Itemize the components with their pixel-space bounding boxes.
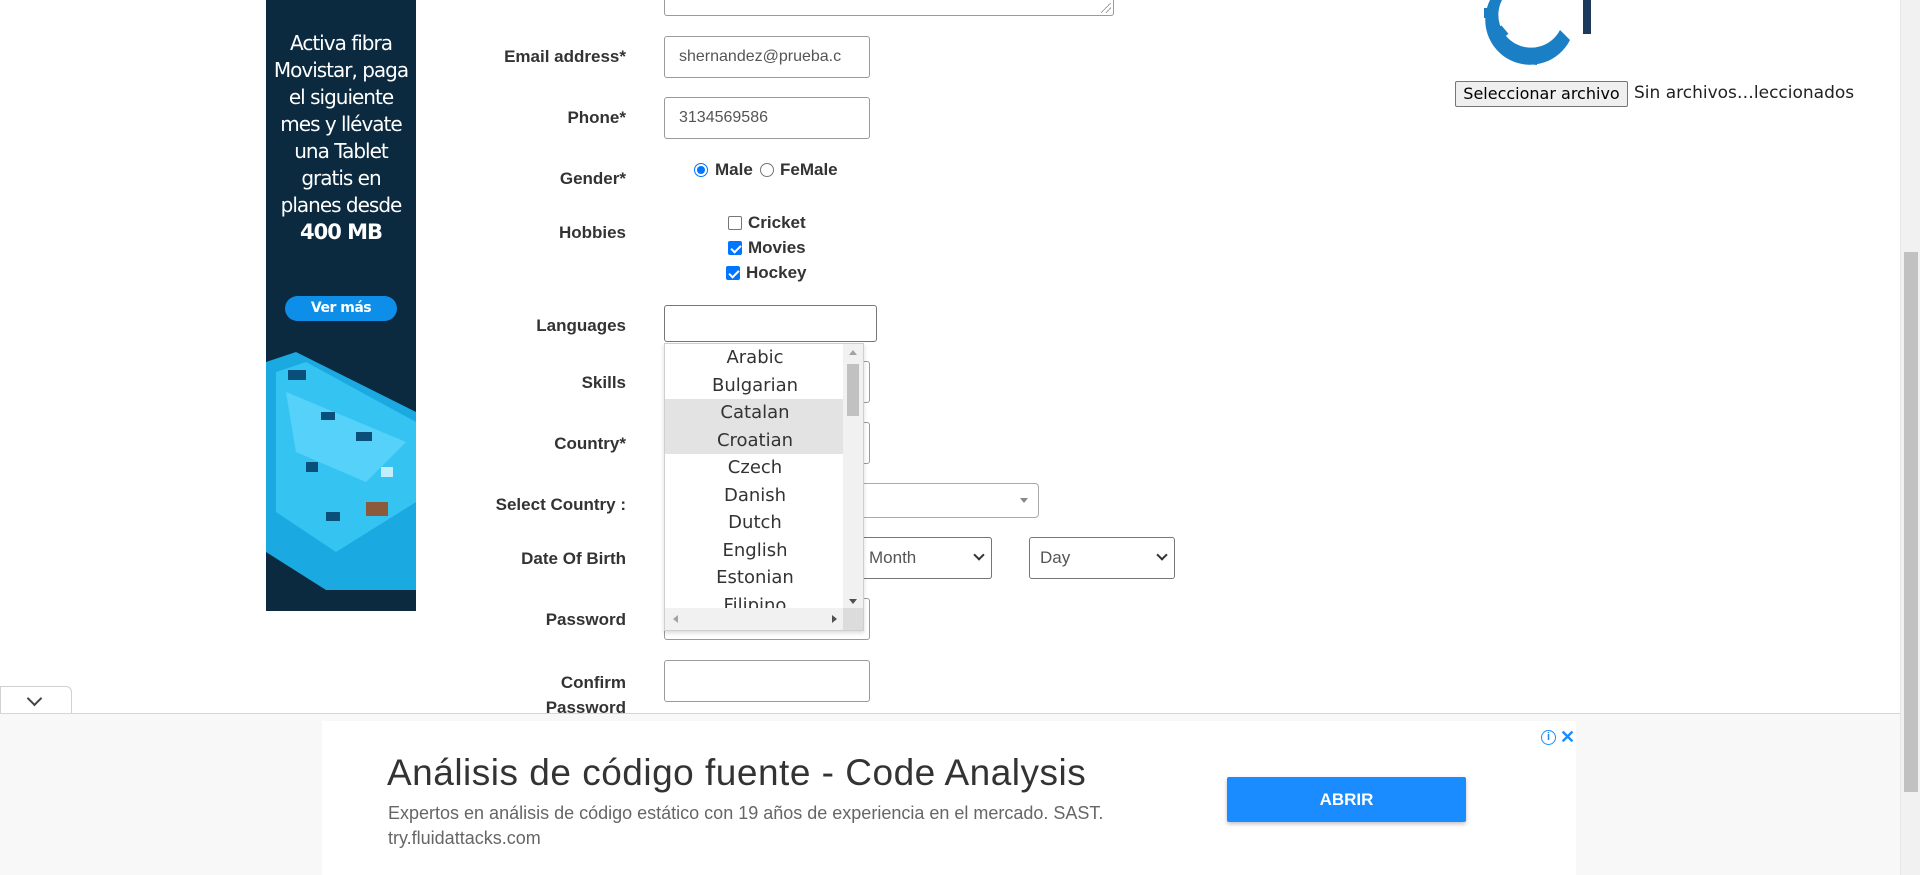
- scroll-left-icon[interactable]: [673, 615, 678, 623]
- side-ad-line: gratis en: [301, 166, 381, 190]
- page-scrollbar[interactable]: [1900, 0, 1920, 875]
- dob-day-value: Day: [1040, 548, 1071, 567]
- side-ad-line: el siguiente: [288, 85, 394, 109]
- chevron-down-icon: [26, 690, 43, 707]
- dob-label: Date Of Birth: [521, 549, 626, 568]
- language-option[interactable]: Czech: [665, 454, 845, 482]
- language-option[interactable]: Catalan: [665, 399, 845, 427]
- scroll-down-icon[interactable]: [849, 599, 857, 604]
- email-field[interactable]: shernandez@prueba.c: [664, 36, 870, 78]
- hobby-cricket-label: Cricket: [748, 213, 806, 232]
- languages-options: Arabic Bulgarian Catalan Croatian Czech …: [665, 344, 845, 610]
- confirm-password-field[interactable]: [664, 660, 870, 702]
- chevron-down-icon: [973, 549, 985, 561]
- gender-female-label: FeMale: [780, 160, 838, 179]
- gender-female-radio[interactable]: [760, 163, 774, 177]
- languages-multiselect[interactable]: [664, 305, 877, 342]
- bottom-ad-open-button[interactable]: ABRIR: [1227, 777, 1466, 822]
- hobby-movies-checkbox[interactable]: [728, 241, 742, 255]
- side-ad-line: mes y llévate: [280, 112, 402, 136]
- select-country-label: Select Country :: [495, 495, 626, 514]
- bottom-ad-description: Expertos en análisis de código estático …: [388, 803, 1104, 823]
- language-option[interactable]: Bulgarian: [665, 372, 845, 400]
- side-ad-highlight: 400 MB: [299, 220, 383, 244]
- hobby-hockey-checkbox[interactable]: [726, 266, 740, 280]
- languages-label: Languages: [536, 316, 626, 335]
- side-ad-line: una Tablet: [294, 139, 389, 163]
- scroll-thumb[interactable]: [847, 364, 859, 416]
- email-label: Email address*: [504, 47, 626, 66]
- page-scroll-thumb[interactable]: [1904, 252, 1918, 792]
- info-icon[interactable]: i: [1541, 730, 1556, 745]
- hobby-movies-label: Movies: [748, 238, 806, 257]
- dropdown-arrow-icon: [1020, 498, 1028, 503]
- gear-logo-icon: [1484, 0, 1591, 66]
- side-ad-text: Activa fibra Movistar, paga el siguiente…: [266, 30, 416, 246]
- country-label: Country*: [554, 434, 626, 453]
- bottom-ad-card[interactable]: Análisis de código fuente - Code Analysi…: [322, 721, 1576, 875]
- phone-label: Phone*: [567, 108, 626, 127]
- languages-dropdown-list[interactable]: Arabic Bulgarian Catalan Croatian Czech …: [664, 343, 864, 631]
- choose-file-button[interactable]: Seleccionar archivo: [1455, 81, 1628, 107]
- side-ad-illustration: [266, 352, 416, 590]
- ad-collapse-tab[interactable]: [0, 686, 72, 714]
- language-option[interactable]: Arabic: [665, 344, 845, 372]
- address-textarea[interactable]: [664, 0, 1114, 16]
- dob-month-select[interactable]: Month: [858, 537, 992, 579]
- scrollbar-corner: [843, 608, 863, 630]
- language-option[interactable]: Dutch: [665, 509, 845, 537]
- phone-field[interactable]: 3134569586: [664, 97, 870, 139]
- close-icon[interactable]: ✕: [1560, 728, 1575, 746]
- bottom-ad-url[interactable]: try.fluidattacks.com: [388, 828, 541, 849]
- hobby-hockey-label: Hockey: [746, 263, 807, 282]
- skills-label: Skills: [581, 373, 626, 392]
- side-ad-line: Movistar, paga: [273, 58, 409, 82]
- password-label: Password: [545, 610, 626, 629]
- confirm-password-label-line1: Confirm: [560, 673, 626, 692]
- language-option[interactable]: Estonian: [665, 564, 845, 592]
- file-status-text: Sin archivos…leccionados: [1634, 83, 1855, 103]
- bottom-ad-headline[interactable]: Análisis de código fuente - Code Analysi…: [387, 752, 1086, 794]
- bottom-ad-banner[interactable]: Análisis de código fuente - Code Analysi…: [0, 714, 1900, 875]
- language-option[interactable]: Croatian: [665, 426, 845, 454]
- language-option[interactable]: English: [665, 537, 845, 565]
- gender-label: Gender*: [559, 169, 626, 188]
- dob-month-value: Month: [869, 548, 917, 567]
- chevron-down-icon: [1156, 549, 1168, 561]
- side-ad-line: Activa fibra: [290, 31, 393, 55]
- scroll-right-icon[interactable]: [832, 615, 837, 623]
- hobby-cricket-checkbox[interactable]: [728, 216, 742, 230]
- scroll-up-icon[interactable]: [849, 350, 857, 355]
- languages-vertical-scrollbar[interactable]: [843, 344, 863, 610]
- side-ad-line: planes desde: [280, 193, 403, 217]
- side-ad-button[interactable]: Ver más: [285, 296, 397, 321]
- resize-grip-icon[interactable]: [1101, 3, 1111, 13]
- gender-male-radio[interactable]: [694, 163, 708, 177]
- select-country-dropdown[interactable]: [850, 483, 1039, 518]
- dob-day-select[interactable]: Day: [1029, 537, 1175, 579]
- languages-horizontal-scrollbar[interactable]: [665, 608, 845, 630]
- gender-male-label: Male: [715, 160, 753, 179]
- hobbies-label: Hobbies: [558, 223, 626, 242]
- side-ad-banner[interactable]: Activa fibra Movistar, paga el siguiente…: [266, 0, 416, 611]
- language-option[interactable]: Danish: [665, 482, 845, 510]
